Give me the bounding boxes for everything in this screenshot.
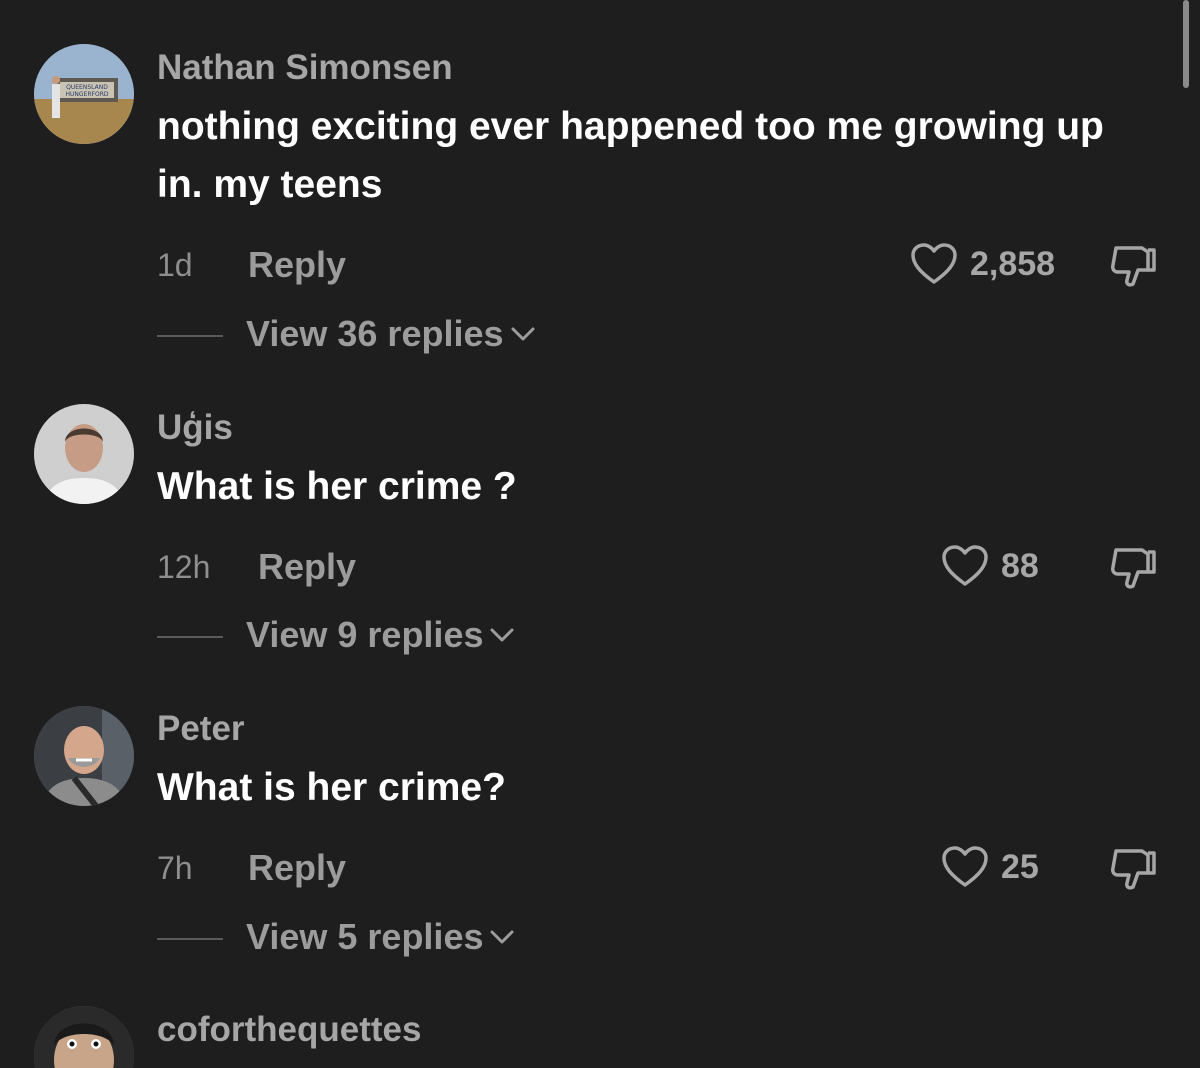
comment-username[interactable]: Peter [157, 709, 245, 749]
avatar-sign-line-1: QUEENSLAND [66, 84, 108, 91]
chevron-down-icon [490, 930, 514, 944]
divider [157, 938, 223, 940]
thumbs-down-icon[interactable] [1108, 546, 1158, 592]
like-count: 88 [1001, 546, 1039, 585]
view-replies-button[interactable]: View 5 replies [246, 916, 515, 958]
comment-time: 1d [157, 247, 193, 283]
chevron-down-icon [490, 628, 514, 642]
view-replies-label: View 36 replies [246, 313, 504, 354]
reply-button[interactable]: Reply [258, 546, 356, 588]
view-replies-label: View 5 replies [246, 916, 484, 957]
like-count: 25 [1001, 847, 1039, 886]
scrollbar[interactable] [1183, 0, 1189, 88]
comment-username[interactable]: coforthequettes [157, 1010, 421, 1050]
comment-text: What is her crime? [157, 766, 506, 809]
view-replies-button[interactable]: View 9 replies [246, 614, 515, 656]
thumbs-down-icon[interactable] [1108, 244, 1158, 290]
view-replies-button[interactable]: View 36 replies [246, 313, 536, 355]
divider [157, 335, 223, 337]
avatar[interactable]: QUEENSLAND HUNGERFORD [34, 44, 134, 144]
avatar[interactable] [34, 1006, 134, 1068]
like-button[interactable]: 2,858 [910, 242, 1055, 286]
heart-icon [942, 545, 988, 586]
like-button[interactable]: 88 [941, 544, 1039, 588]
comment-time: 12h [157, 549, 211, 585]
thumbs-down-icon[interactable] [1108, 847, 1158, 893]
avatar[interactable] [34, 706, 134, 806]
divider [157, 636, 223, 638]
reply-button[interactable]: Reply [248, 847, 346, 889]
comment-text: What is her crime ? [157, 465, 517, 508]
reply-button[interactable]: Reply [248, 244, 346, 286]
view-replies-label: View 9 replies [246, 614, 484, 655]
comment-text: nothing exciting ever happened too me gr… [157, 105, 1104, 206]
avatar-sign-line-2: HUNGERFORD [66, 91, 109, 98]
comment-time: 7h [157, 850, 193, 886]
heart-icon [942, 846, 988, 887]
chevron-down-icon [511, 327, 535, 341]
comment-username[interactable]: Uģis [157, 408, 233, 448]
like-count: 2,858 [970, 244, 1056, 283]
heart-icon [911, 243, 957, 284]
like-button[interactable]: 25 [941, 845, 1039, 889]
avatar[interactable] [34, 404, 134, 504]
comment-username[interactable]: Nathan Simonsen [157, 48, 453, 88]
